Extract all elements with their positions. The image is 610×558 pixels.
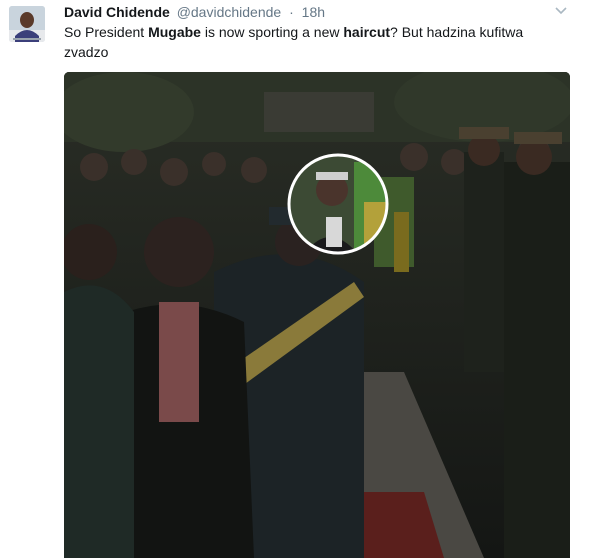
tweet-text-part: is now sporting a new bbox=[200, 24, 344, 40]
chevron-down-icon[interactable] bbox=[553, 3, 569, 19]
highlight-mugabe: Mugabe bbox=[148, 24, 201, 40]
photo-illustration bbox=[64, 72, 570, 558]
tweet: David Chidende @davidchidende · 18h So P… bbox=[0, 0, 610, 558]
tweet-text: So President Mugabe is now sporting a ne… bbox=[64, 22, 564, 62]
separator-dot: · bbox=[289, 4, 294, 20]
tweet-photo[interactable] bbox=[64, 72, 570, 558]
author-name[interactable]: David Chidende bbox=[64, 4, 170, 20]
tweet-timestamp[interactable]: 18h bbox=[302, 4, 325, 20]
tweet-header: David Chidende @davidchidende · 18h bbox=[64, 2, 325, 22]
avatar[interactable] bbox=[9, 6, 45, 42]
avatar-image bbox=[9, 6, 45, 42]
tweet-text-part: So President bbox=[64, 24, 149, 40]
highlight-haircut: haircut bbox=[343, 24, 391, 40]
author-handle[interactable]: @davidchidende bbox=[177, 4, 282, 20]
